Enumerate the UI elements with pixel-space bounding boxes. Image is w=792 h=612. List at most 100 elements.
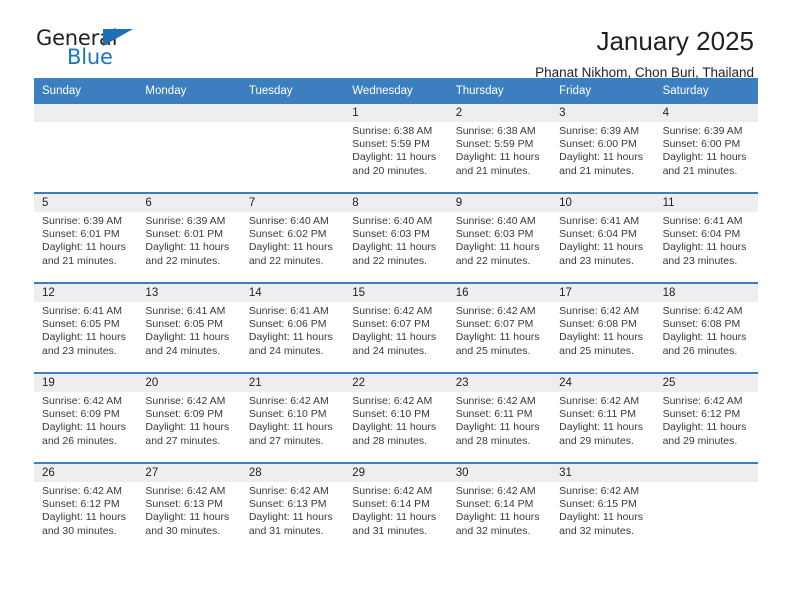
day-sunrise-text: Sunrise: 6:42 AM	[662, 305, 743, 317]
day-daylight-2-text: and 25 minutes.	[559, 344, 634, 357]
calendar-day-cell-empty	[240, 104, 345, 192]
day-sunset-text: Sunset: 6:04 PM	[662, 228, 741, 241]
day-sun-info: Sunrise: 6:39 AM Sunset: 6:01 PM Daylight:…	[137, 212, 240, 268]
calendar-week-row: 12 Sunrise: 6:41 AM Sunset: 6:05 PM Dayligh…	[34, 282, 758, 372]
calendar-day-cell[interactable]: 9 Sunrise: 6:40 AM Sunset: 6:03 PM Daylight…	[447, 194, 552, 282]
day-sun-info: Sunrise: 6:42 AM Sunset: 6:12 PM Daylight:…	[34, 482, 137, 538]
day-daylight-2-text: and 21 minutes.	[559, 164, 634, 177]
day-number: 23	[447, 374, 552, 392]
weekday-header-friday: Friday	[559, 85, 592, 97]
calendar-day-cell-empty	[654, 464, 758, 552]
calendar-day-cell[interactable]: 13 Sunrise: 6:41 AM Sunset: 6:05 PM Dayligh…	[137, 284, 241, 372]
day-number: 25	[654, 374, 758, 392]
day-sun-info: Sunrise: 6:39 AM Sunset: 6:01 PM Daylight:…	[34, 212, 137, 268]
calendar-day-cell[interactable]: 23 Sunrise: 6:42 AM Sunset: 6:11 PM Dayligh…	[447, 374, 552, 462]
calendar-day-cell[interactable]: 15 Sunrise: 6:42 AM Sunset: 6:07 PM Dayligh…	[344, 284, 448, 372]
day-daylight-1-text: Daylight: 11 hours	[352, 241, 437, 254]
calendar-day-cell[interactable]: 6 Sunrise: 6:39 AM Sunset: 6:01 PM Daylight…	[137, 194, 241, 282]
calendar-day-cell[interactable]: 3 Sunrise: 6:39 AM Sunset: 6:00 PM Daylight…	[551, 104, 655, 192]
day-daylight-1-text: Daylight: 11 hours	[145, 241, 230, 254]
day-sunset-text: Sunset: 6:03 PM	[352, 228, 430, 241]
day-number: 18	[654, 284, 758, 302]
calendar-day-cell[interactable]: 10 Sunrise: 6:41 AM Sunset: 6:04 PM Dayligh…	[551, 194, 655, 282]
calendar-day-cell[interactable]: 4 Sunrise: 6:39 AM Sunset: 6:00 PM Daylight…	[654, 104, 758, 192]
day-number: 14	[240, 284, 345, 302]
calendar-day-cell[interactable]: 26 Sunrise: 6:42 AM Sunset: 6:12 PM Dayligh…	[34, 464, 138, 552]
day-daylight-1-text: Daylight: 11 hours	[455, 241, 540, 254]
calendar-day-cell[interactable]: 29 Sunrise: 6:42 AM Sunset: 6:14 PM Dayligh…	[344, 464, 448, 552]
day-sunset-text: Sunset: 6:01 PM	[145, 228, 224, 241]
calendar-week-row: 1 Sunrise: 6:38 AM Sunset: 5:59 PM Daylight…	[34, 104, 758, 192]
day-daylight-1-text: Daylight: 11 hours	[145, 331, 230, 344]
day-sun-info: Sunrise: 6:41 AM Sunset: 6:05 PM Daylight:…	[137, 302, 240, 358]
day-sun-info: Sunrise: 6:42 AM Sunset: 6:14 PM Daylight:…	[344, 482, 447, 538]
calendar-day-cell[interactable]: 20 Sunrise: 6:42 AM Sunset: 6:09 PM Dayligh…	[137, 374, 241, 462]
day-sunrise-text: Sunrise: 6:41 AM	[145, 305, 226, 317]
day-number: 27	[137, 464, 241, 482]
calendar-day-cell[interactable]: 21 Sunrise: 6:42 AM Sunset: 6:10 PM Dayligh…	[240, 374, 345, 462]
day-daylight-2-text: and 24 minutes.	[352, 344, 427, 357]
day-sunrise-text: Sunrise: 6:42 AM	[42, 395, 122, 407]
day-sunrise-text: Sunrise: 6:42 AM	[352, 305, 433, 317]
day-sunrise-text: Sunrise: 6:42 AM	[145, 485, 226, 497]
calendar-day-cell[interactable]: 14 Sunrise: 6:41 AM Sunset: 6:06 PM Dayligh…	[240, 284, 345, 372]
day-daylight-1-text: Daylight: 11 hours	[145, 511, 230, 524]
calendar-day-cell[interactable]: 12 Sunrise: 6:41 AM Sunset: 6:05 PM Dayligh…	[34, 284, 138, 372]
calendar-day-cell[interactable]: 22 Sunrise: 6:42 AM Sunset: 6:10 PM Dayligh…	[344, 374, 448, 462]
day-sun-info: Sunrise: 6:42 AM Sunset: 6:07 PM Daylight:…	[448, 302, 551, 358]
day-number: 13	[137, 284, 241, 302]
day-sunset-text: Sunset: 5:59 PM	[455, 138, 534, 151]
calendar-day-cell[interactable]: 16 Sunrise: 6:42 AM Sunset: 6:07 PM Dayligh…	[447, 284, 552, 372]
day-daylight-2-text: and 24 minutes.	[145, 344, 221, 357]
day-daylight-2-text: and 32 minutes.	[455, 524, 531, 537]
day-daylight-2-text: and 21 minutes.	[455, 164, 531, 177]
day-sunset-text: Sunset: 6:07 PM	[352, 318, 430, 331]
calendar-day-cell[interactable]: 30 Sunrise: 6:42 AM Sunset: 6:14 PM Dayligh…	[447, 464, 552, 552]
day-number: 11	[654, 194, 758, 212]
page-title: January 2025	[596, 26, 754, 56]
day-sun-info: Sunrise: 6:42 AM Sunset: 6:10 PM Daylight:…	[344, 392, 447, 448]
brand-triangle-icon	[103, 29, 133, 46]
day-daylight-1-text: Daylight: 11 hours	[662, 331, 747, 344]
day-number	[34, 104, 138, 122]
day-daylight-1-text: Daylight: 11 hours	[352, 511, 437, 524]
day-sunrise-text: Sunrise: 6:42 AM	[352, 395, 433, 407]
calendar-day-cell[interactable]: 18 Sunrise: 6:42 AM Sunset: 6:08 PM Dayligh…	[654, 284, 758, 372]
day-sunrise-text: Sunrise: 6:42 AM	[559, 305, 640, 317]
calendar-day-cell[interactable]: 2 Sunrise: 6:38 AM Sunset: 5:59 PM Daylight…	[447, 104, 552, 192]
calendar-day-cell[interactable]: 11 Sunrise: 6:41 AM Sunset: 6:04 PM Dayligh…	[654, 194, 758, 282]
day-daylight-1-text: Daylight: 11 hours	[42, 241, 126, 254]
calendar-day-cell[interactable]: 19 Sunrise: 6:42 AM Sunset: 6:09 PM Dayligh…	[34, 374, 138, 462]
calendar-day-cell[interactable]: 31 Sunrise: 6:42 AM Sunset: 6:15 PM Dayligh…	[551, 464, 655, 552]
calendar-table: Sunday Monday Tuesday Wednesday Thursday…	[34, 78, 758, 552]
day-sunset-text: Sunset: 6:02 PM	[248, 228, 327, 241]
calendar-day-cell[interactable]: 1 Sunrise: 6:38 AM Sunset: 5:59 PM Daylight…	[344, 104, 448, 192]
day-sun-info: Sunrise: 6:38 AM Sunset: 5:59 PM Daylight:…	[448, 122, 551, 178]
day-daylight-2-text: and 23 minutes.	[662, 254, 738, 267]
calendar-day-cell[interactable]: 25 Sunrise: 6:42 AM Sunset: 6:12 PM Dayligh…	[654, 374, 758, 462]
calendar-day-cell[interactable]: 17 Sunrise: 6:42 AM Sunset: 6:08 PM Dayligh…	[551, 284, 655, 372]
calendar-day-cell[interactable]: 27 Sunrise: 6:42 AM Sunset: 6:13 PM Dayligh…	[137, 464, 241, 552]
day-number: 12	[34, 284, 138, 302]
weekday-header-tuesday: Tuesday	[248, 85, 293, 97]
day-sunrise-text: Sunrise: 6:42 AM	[42, 485, 122, 497]
day-number: 17	[551, 284, 655, 302]
day-sunset-text: Sunset: 6:11 PM	[559, 408, 636, 421]
day-sunset-text: Sunset: 6:10 PM	[248, 408, 327, 421]
day-daylight-2-text: and 21 minutes.	[662, 164, 738, 177]
day-number: 20	[137, 374, 241, 392]
calendar-week-row: 5 Sunrise: 6:39 AM Sunset: 6:01 PM Daylight…	[34, 192, 758, 282]
day-sun-info: Sunrise: 6:42 AM Sunset: 6:08 PM Daylight:…	[551, 302, 654, 358]
day-daylight-2-text: and 26 minutes.	[662, 344, 738, 357]
calendar-day-cell[interactable]: 8 Sunrise: 6:40 AM Sunset: 6:03 PM Daylight…	[344, 194, 448, 282]
day-daylight-1-text: Daylight: 11 hours	[559, 151, 643, 164]
calendar-day-cell[interactable]: 7 Sunrise: 6:40 AM Sunset: 6:02 PM Daylight…	[240, 194, 345, 282]
day-sunrise-text: Sunrise: 6:40 AM	[352, 215, 433, 227]
day-sun-info: Sunrise: 6:41 AM Sunset: 6:05 PM Daylight:…	[34, 302, 137, 358]
calendar-day-cell[interactable]: 28 Sunrise: 6:42 AM Sunset: 6:13 PM Dayligh…	[240, 464, 345, 552]
calendar-day-cell[interactable]: 5 Sunrise: 6:39 AM Sunset: 6:01 PM Daylight…	[34, 194, 138, 282]
brand-logo[interactable]: General Blue	[36, 26, 156, 72]
day-number: 4	[654, 104, 758, 122]
day-daylight-2-text: and 31 minutes.	[248, 524, 324, 537]
calendar-day-cell[interactable]: 24 Sunrise: 6:42 AM Sunset: 6:11 PM Dayligh…	[551, 374, 655, 462]
